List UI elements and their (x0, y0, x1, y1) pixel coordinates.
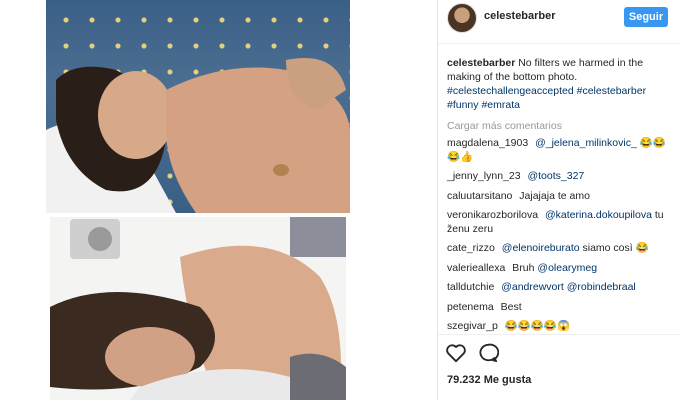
follow-button[interactable]: Seguir (624, 7, 668, 27)
comment: magdalena_1903 @_jelena_milinkovic_ 😂😂😂👍 (447, 137, 673, 164)
comment: veronikarozborilova @katerina.dokoupilov… (447, 209, 673, 236)
hashtag[interactable]: #celestebarber (577, 85, 646, 97)
comment-mention[interactable]: @_jelena_milinkovic_ (535, 137, 637, 149)
post-media (0, 0, 438, 400)
avatar[interactable] (447, 3, 477, 33)
bottom-photo-illustration (50, 217, 346, 400)
comment-username[interactable]: caluutarsitano (447, 190, 512, 202)
actions-divider (438, 334, 680, 335)
comment: talldutchie @andrewvort @robindebraal (447, 281, 673, 295)
comment-text: 😂😂😂😂😱 (504, 320, 571, 332)
comment-mention[interactable]: @andrewvort (501, 281, 564, 293)
post-caption: celestebarber No filters we harmed in th… (447, 56, 673, 112)
comment-username[interactable]: szegivar_p (447, 320, 498, 332)
hashtag[interactable]: #funny (447, 99, 479, 111)
comment-text: Best (500, 300, 522, 313)
load-more-comments[interactable]: Cargar más comentarios (447, 120, 562, 132)
comment: cate_rizzo @elenoireburato siamo così 😂 (447, 242, 673, 256)
post-header: celestebarber Seguir (438, 0, 680, 36)
comment-mention[interactable]: @olearymeg (537, 262, 597, 274)
top-photo (46, 0, 350, 213)
header-divider (438, 43, 680, 44)
heart-outline-icon (446, 344, 466, 363)
top-photo-illustration (46, 58, 350, 213)
like-button[interactable] (445, 343, 467, 363)
comment-username[interactable]: magdalena_1903 (447, 137, 528, 149)
comment-mention[interactable]: @robindebraal (567, 281, 636, 293)
comment: petenema Best (447, 301, 673, 315)
comment: _jenny_lynn_23 @toots_327 (447, 170, 673, 184)
comment-mention[interactable]: @toots_327 (527, 170, 584, 182)
comment-username[interactable]: valerieallexa (447, 262, 505, 274)
comment-text: Jajajaja te amo (519, 189, 590, 202)
likes-count[interactable]: 79.232 Me gusta (447, 374, 531, 386)
comment-list: magdalena_1903 @_jelena_milinkovic_ 😂😂😂👍… (447, 137, 673, 340)
comment-mention[interactable]: @katerina.dokoupilova (545, 209, 652, 221)
comment-username[interactable]: cate_rizzo (447, 242, 495, 254)
header-username[interactable]: celestebarber (484, 10, 556, 22)
comment-username[interactable]: talldutchie (447, 281, 494, 293)
bottom-photo (50, 217, 346, 400)
hashtag[interactable]: #celestechallengeaccepted (447, 85, 574, 97)
post-sidebar: celestebarber Seguir celestebarber No fi… (438, 0, 680, 400)
comment: valerieallexa Bruh @olearymeg (447, 262, 673, 276)
comment-username[interactable]: veronikarozborilova (447, 209, 538, 221)
speech-bubble-icon (479, 343, 500, 363)
comment-text: siamo così 😂 (582, 242, 649, 254)
hashtag[interactable]: #emrata (481, 99, 520, 111)
comment-mention[interactable]: @elenoireburato (502, 242, 580, 254)
caption-username[interactable]: celestebarber (447, 57, 515, 69)
comment: caluutarsitano Jajajaja te amo (447, 190, 673, 204)
comment: szegivar_p 😂😂😂😂😱 (447, 320, 673, 334)
comment-button[interactable] (477, 343, 500, 363)
comment-username[interactable]: _jenny_lynn_23 (447, 170, 521, 182)
comment-username[interactable]: petenema (447, 301, 494, 313)
comment-text: Bruh (512, 261, 535, 274)
